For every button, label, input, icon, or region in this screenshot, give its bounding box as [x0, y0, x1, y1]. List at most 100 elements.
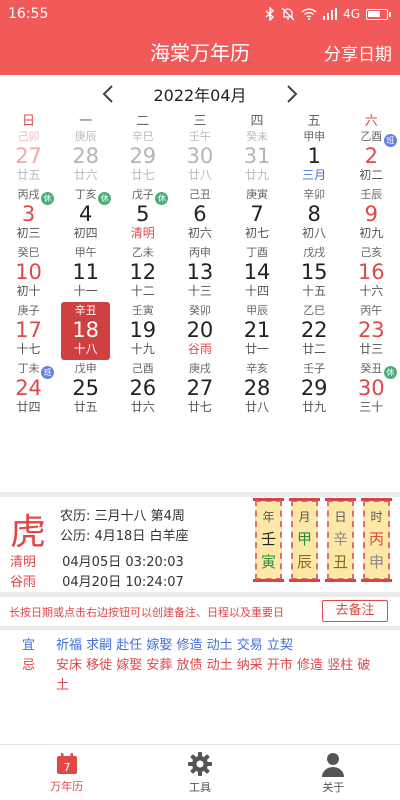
day-cell[interactable]: 辛巳 29 廿七	[114, 128, 171, 186]
day-cell[interactable]: 甲午 11 十一	[57, 244, 114, 302]
lunar-day-text: 廿一	[245, 342, 270, 356]
divider	[0, 592, 400, 597]
day-number: 22	[300, 318, 328, 342]
lunar-day-text: 廿九	[245, 168, 270, 182]
nav-label: 万年历	[50, 779, 84, 793]
ganzhi-text: 庚戌	[188, 362, 211, 375]
four-pillars: 年壬寅月甲辰日辛丑时丙申	[253, 498, 392, 582]
day-cell[interactable]: 甲辰 21 廿一	[229, 302, 286, 360]
day-cell[interactable]: 癸丑 30 三十休	[343, 360, 400, 418]
day-cell[interactable]: 丁亥 4 初四休	[57, 186, 114, 244]
yi-ji-section: 宜 祈福 求嗣 赴任 嫁娶 修造 动土 交易 立契 忌 安床 移徙 嫁娶 安葬 …	[0, 636, 400, 696]
lunar-day-text: 廿五	[73, 400, 98, 414]
ganzhi-text: 壬子	[303, 362, 326, 375]
weekday-label: 六	[364, 114, 378, 129]
day-cell[interactable]: 癸巳 10 初十	[0, 244, 57, 302]
day-number: 24	[15, 376, 42, 400]
day-number: 12	[129, 260, 157, 284]
signal-icon	[323, 8, 338, 20]
day-cell[interactable]: 丙午 23 廿三	[343, 302, 400, 360]
day-cell[interactable]: 辛亥 28 廿八	[229, 360, 286, 418]
ganzhi-text: 乙未	[131, 246, 154, 259]
day-number: 7	[250, 202, 264, 226]
chevron-left-icon	[103, 85, 114, 103]
pillar-branch: 寅	[260, 553, 276, 571]
day-cell[interactable]: 甲申 1 三月	[286, 128, 343, 186]
lunar-day-text: 初九	[359, 226, 384, 240]
ganzhi-text: 辛亥	[246, 362, 269, 375]
pillar-label: 时	[370, 510, 383, 524]
lunar-day-text: 初十	[16, 284, 41, 298]
lunar-day-text: 初八	[302, 226, 327, 240]
day-cell[interactable]: 丙戌 3 初三休	[0, 186, 57, 244]
bottom-navigation: 7 万年历 工具 关于	[0, 744, 400, 800]
solar-term-name: 清明	[10, 555, 37, 570]
day-cell[interactable]: 癸未 31 廿九	[229, 128, 286, 186]
day-cell[interactable]: 丁酉 14 十四	[229, 244, 286, 302]
day-cell[interactable]: 戊子 5 清明休	[114, 186, 171, 244]
day-cell[interactable]: 戊申 25 廿五	[57, 360, 114, 418]
yi-row: 宜 祈福 求嗣 赴任 嫁娶 修造 动土 交易 立契	[0, 636, 400, 656]
day-number: 27	[186, 376, 214, 400]
day-cell[interactable]: 壬子 29 廿九	[286, 360, 343, 418]
ganzhi-text: 癸巳	[17, 246, 40, 259]
day-cell[interactable]: 己丑 6 初六	[171, 186, 228, 244]
app-title: 海棠万年历	[150, 41, 250, 65]
day-cell[interactable]: 戊戌 15 十五	[286, 244, 343, 302]
weekday-label: 二	[136, 114, 150, 129]
day-cell[interactable]: 乙未 12 十二	[114, 244, 171, 302]
day-cell[interactable]: 庚子 17 十七	[0, 302, 57, 360]
day-number: 19	[129, 318, 157, 342]
day-number: 21	[243, 318, 271, 342]
day-number: 6	[193, 202, 207, 226]
day-cell[interactable]: 壬午 30 廿八	[171, 128, 228, 186]
day-number: 13	[186, 260, 214, 284]
day-cell[interactable]: 壬辰 9 初九	[343, 186, 400, 244]
yi-items: 祈福 求嗣 赴任 嫁娶 修造 动土 交易 立契	[56, 638, 293, 653]
day-number: 17	[15, 318, 42, 342]
day-cell[interactable]: 丁未 24 廿四班	[0, 360, 57, 418]
lunar-day-text: 十六	[359, 284, 384, 298]
pillar: 月甲辰	[289, 498, 320, 582]
day-cell[interactable]: 乙酉 2 初二班	[343, 128, 400, 186]
month-label[interactable]: 2022年04月	[153, 82, 246, 106]
lunar-day-text: 廿七	[187, 400, 212, 414]
day-cell[interactable]: 乙巳 22 廿二	[286, 302, 343, 360]
day-cell[interactable]: 辛卯 8 初八	[286, 186, 343, 244]
lunar-day-text: 廿三	[359, 342, 384, 356]
lunar-day-text: 十三	[187, 284, 212, 298]
day-cell[interactable]: 壬寅 19 十九	[114, 302, 171, 360]
prev-month-button[interactable]	[95, 81, 121, 107]
day-number: 16	[357, 260, 385, 284]
day-number: 15	[300, 260, 328, 284]
day-cell[interactable]: 癸卯 20 谷雨	[171, 302, 228, 360]
day-number: 18	[72, 318, 100, 342]
ganzhi-text: 己卯	[17, 130, 40, 143]
day-cell[interactable]: 庚寅 7 初七	[229, 186, 286, 244]
day-cell[interactable]: 丙申 13 十三	[171, 244, 228, 302]
zodiac-character: 虎	[10, 512, 47, 553]
share-date-button[interactable]: 分享日期	[324, 40, 392, 65]
lunar-day-text: 十九	[130, 342, 155, 356]
ji-items: 安床 移徙 嫁娶 安葬 放债 动土 纳采 开市 修造 竖柱 破土	[56, 658, 371, 693]
lunar-day-text: 廿二	[302, 342, 327, 356]
solar-term-row: 谷雨 04月20日 10:24:07	[10, 571, 184, 590]
weekday-label: 四	[250, 114, 264, 129]
ganzhi-text: 辛巳	[131, 130, 154, 143]
day-cell[interactable]: 己酉 26 廿六	[114, 360, 171, 418]
pillar-branch: 丑	[332, 553, 348, 571]
nav-calendar[interactable]: 7 万年历	[0, 745, 133, 800]
day-number: 20	[186, 318, 214, 342]
day-cell[interactable]: 庚戌 27 廿七	[171, 360, 228, 418]
add-note-button[interactable]: 去备注	[322, 600, 388, 622]
day-number: 31	[243, 144, 271, 168]
nav-tools[interactable]: 工具	[133, 745, 266, 800]
day-cell[interactable]: 庚辰 28 廿六	[57, 128, 114, 186]
day-cell[interactable]: 己卯 27 廿五	[0, 128, 57, 186]
day-cell[interactable]: 己亥 16 十六	[343, 244, 400, 302]
day-cell-selected[interactable]: 辛丑 18 十八	[61, 302, 111, 360]
pillar: 时丙申	[361, 498, 392, 582]
next-month-button[interactable]	[279, 81, 305, 107]
top-bar: 16:55 4G 海棠万年历 分享日期	[0, 0, 400, 75]
nav-about[interactable]: 关于	[267, 745, 400, 800]
